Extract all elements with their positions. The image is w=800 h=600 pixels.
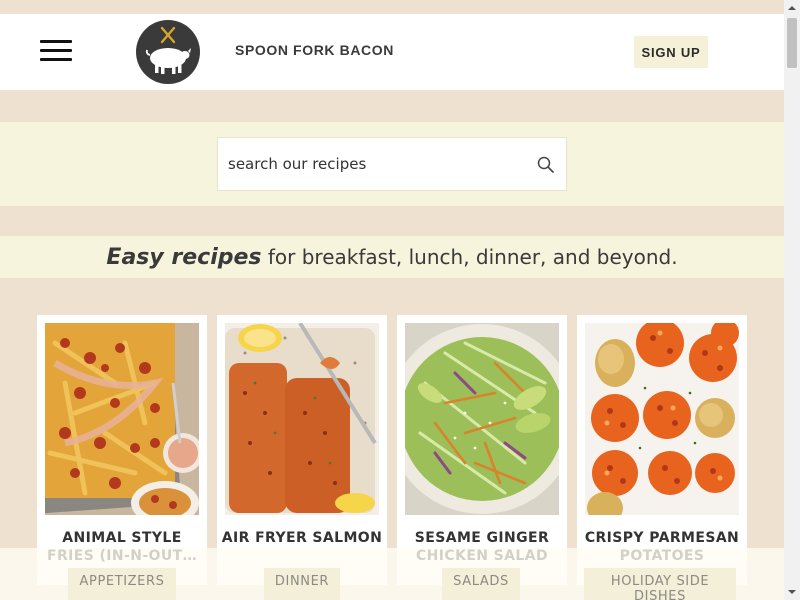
search-input[interactable] bbox=[228, 138, 518, 190]
search-icon[interactable] bbox=[536, 155, 556, 175]
hamburger-menu-icon[interactable] bbox=[40, 40, 72, 62]
pig-fork-spoon-logo-icon[interactable] bbox=[136, 20, 200, 84]
sign-up-button[interactable]: SIGN UP bbox=[634, 36, 708, 68]
site-brand-name[interactable]: SPOON FORK BACON bbox=[235, 42, 394, 58]
search-band bbox=[0, 122, 784, 206]
recipe-image-animal-style-fries[interactable] bbox=[45, 323, 199, 515]
recipe-image-air-fryer-salmon[interactable] bbox=[225, 323, 379, 515]
recipe-card-sesame-ginger-chicken-salad[interactable]: SESAME GINGER CHICKEN SALAD bbox=[397, 315, 567, 585]
recipe-card-animal-style-fries[interactable]: ANIMAL STYLE FRIES (IN-N-OUT… bbox=[37, 315, 207, 585]
category-tag-dinner[interactable]: DINNER bbox=[264, 568, 340, 600]
tagline-text: for breakfast, lunch, dinner, and beyond… bbox=[261, 245, 678, 269]
scroll-down-arrow-icon[interactable] bbox=[784, 584, 800, 600]
category-tag-salads[interactable]: SALADS bbox=[442, 568, 520, 600]
site-header: SPOON FORK BACON SIGN UP bbox=[0, 14, 784, 90]
category-tag-appetizers[interactable]: APPETIZERS bbox=[68, 568, 176, 600]
recipe-card-crispy-parmesan-potatoes[interactable]: CRISPY PARMESAN POTATOES bbox=[577, 315, 747, 585]
scroll-up-arrow-icon[interactable] bbox=[784, 0, 800, 16]
tagline-emphasis: Easy recipes bbox=[106, 245, 262, 270]
recipe-card-air-fryer-salmon[interactable]: AIR FRYER SALMON bbox=[217, 315, 387, 585]
recipe-image-crispy-parmesan-potatoes[interactable] bbox=[585, 323, 739, 515]
scrollbar-thumb[interactable] bbox=[787, 18, 797, 68]
category-tag-holiday-side-dishes[interactable]: HOLIDAY SIDE DISHES bbox=[584, 568, 736, 600]
page: SPOON FORK BACON SIGN UP Easy recipes fo… bbox=[0, 0, 784, 600]
vertical-scrollbar[interactable] bbox=[784, 0, 800, 600]
tagline-banner: Easy recipes for breakfast, lunch, dinne… bbox=[0, 236, 784, 278]
recipe-title[interactable]: AIR FRYER SALMON bbox=[217, 529, 387, 547]
recipe-image-sesame-ginger-chicken-salad[interactable] bbox=[405, 323, 559, 515]
search-box bbox=[217, 137, 567, 191]
